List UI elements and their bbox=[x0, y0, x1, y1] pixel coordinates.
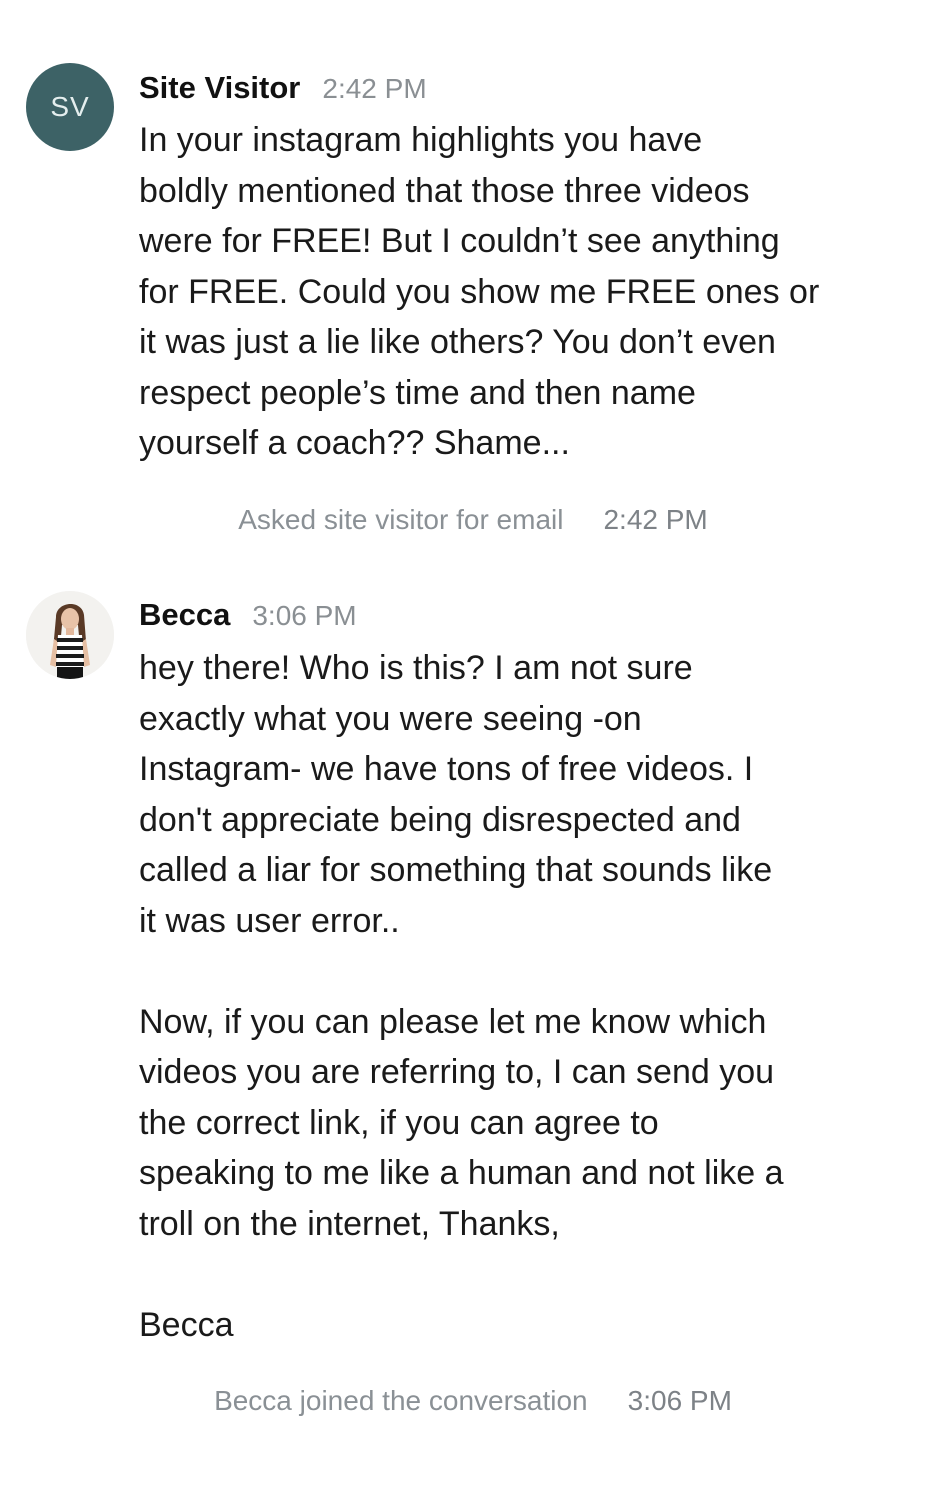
message-line: the correct link, if you can agree to bbox=[139, 1103, 659, 1142]
message-line: Instagram- we have tons of free videos. … bbox=[139, 750, 754, 788]
message-line: respect people’s time and then name bbox=[139, 373, 696, 412]
message-line: Now, if you can please let me know which bbox=[139, 1002, 767, 1041]
message-line: exactly what you were seeing -on bbox=[139, 699, 642, 738]
message-line: speaking to me like a human and not like… bbox=[139, 1154, 784, 1192]
message-line: for FREE. Could you show me FREE ones or bbox=[139, 272, 820, 311]
system-note-joined: Becca joined the conversation 3:06 PM bbox=[0, 1385, 946, 1417]
avatar-site-visitor[interactable]: SV bbox=[26, 63, 114, 151]
sender-name: Site Visitor bbox=[139, 70, 301, 105]
message-signature: Becca bbox=[139, 1305, 234, 1344]
avatar-photo-graphic bbox=[26, 591, 114, 679]
message-line: were for FREE! But I couldn’t see anythi… bbox=[139, 222, 780, 260]
message-line: troll on the internet, Thanks, bbox=[139, 1204, 560, 1243]
avatar-initials: SV bbox=[50, 91, 90, 122]
system-note-time: 2:42 PM bbox=[603, 504, 708, 535]
message-body: hey there! Who is this? I am not sure ex… bbox=[139, 643, 929, 1350]
message-line: yourself a coach?? Shame... bbox=[139, 424, 570, 462]
message-time: 2:42 PM bbox=[322, 73, 427, 104]
system-note-text: Asked site visitor for email bbox=[238, 504, 564, 535]
message-line: it was user error.. bbox=[139, 901, 400, 940]
message-line: it was just a lie like others? You don’t… bbox=[139, 323, 776, 361]
message-line: called a liar for something that sounds … bbox=[139, 851, 773, 889]
system-note-time: 3:06 PM bbox=[627, 1385, 732, 1416]
message-line: don't appreciate being disrespected and bbox=[139, 800, 741, 839]
profile-photo-icon[interactable] bbox=[26, 591, 114, 679]
message-body: In your instagram highlights you have bo… bbox=[139, 115, 929, 469]
system-note-text: Becca joined the conversation bbox=[214, 1385, 588, 1416]
message-header: Becca 3:06 PM bbox=[139, 597, 357, 633]
sender-name: Becca bbox=[139, 597, 231, 632]
message-line: In your instagram highlights you have bbox=[139, 121, 703, 159]
message-time: 3:06 PM bbox=[252, 600, 357, 631]
message-line: boldly mentioned that those three videos bbox=[139, 171, 750, 210]
system-note-email-request: Asked site visitor for email 2:42 PM bbox=[0, 504, 946, 536]
message-header: Site Visitor 2:42 PM bbox=[139, 70, 427, 106]
message-line: videos you are referring to, I can send … bbox=[139, 1053, 775, 1091]
message-line: hey there! Who is this? I am not sure bbox=[139, 649, 693, 687]
